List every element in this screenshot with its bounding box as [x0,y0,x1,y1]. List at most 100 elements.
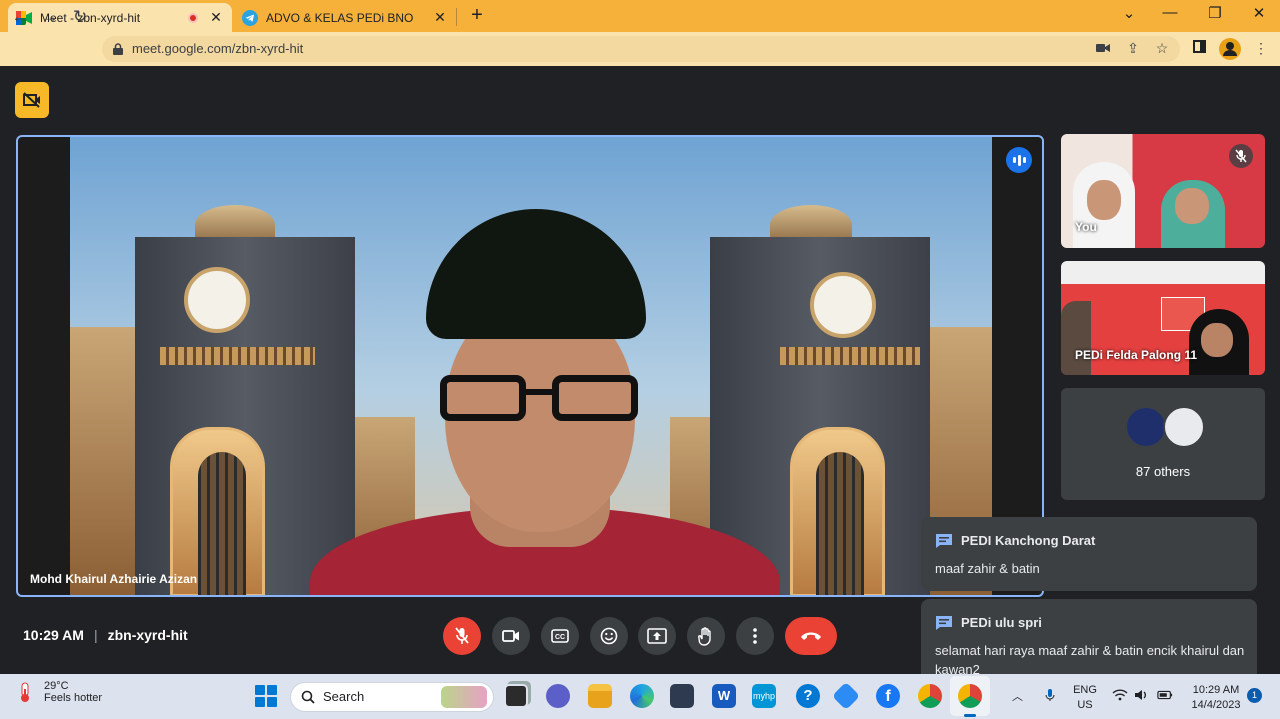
close-tab-icon[interactable]: ✕ [432,9,448,26]
search-highlight-icon [441,686,487,708]
meeting-details: 10:29 AM | zbn-xyrd-hit [23,627,188,643]
reactions-button[interactable] [590,617,628,655]
back-arrow-icon[interactable]: ← [10,7,30,27]
weather-widget[interactable]: 29°C Feels hotter [16,680,102,704]
profile-avatar-icon[interactable] [1219,38,1241,60]
chrome-icon[interactable] [918,684,942,708]
participant-tile-you[interactable]: You [1061,134,1265,248]
leave-call-icon [801,632,821,640]
keyboard-region: US [1077,699,1093,711]
participant-tile-palong[interactable]: PEDi Felda Palong 11 [1061,261,1265,375]
recording-icon [188,12,198,23]
microphone-icon[interactable] [1042,688,1058,702]
present-icon [647,628,667,644]
separator: | [93,627,98,643]
get-help-icon[interactable]: ? [796,684,820,708]
file-explorer-icon[interactable] [588,684,612,708]
others-avatars [1125,406,1205,448]
close-tab-icon[interactable]: ✕ [208,9,224,26]
url-text: meet.google.com/zbn-xyrd-hit [132,41,304,56]
new-tab-button[interactable]: + [466,4,488,27]
mic-off-button[interactable] [443,617,481,655]
share-icon[interactable]: ⇪ [1124,40,1142,57]
battery-icon[interactable] [1157,688,1173,702]
tab-title: ADVO & KELAS PEDi BNO [266,10,414,25]
restore-button[interactable]: ❐ [1200,4,1230,22]
leave-call-button[interactable] [785,617,837,655]
wifi-icon[interactable] [1112,688,1128,702]
myhp-icon[interactable]: myhp [752,684,776,708]
mic-off-icon [455,627,469,644]
tab-divider [456,8,457,26]
clock-face [810,272,876,338]
forward-arrow-icon[interactable]: → [40,7,60,27]
thermometer-icon [21,682,29,702]
microsoft-store-icon[interactable] [670,684,694,708]
raise-hand-button[interactable] [687,617,725,655]
word-icon[interactable]: W [712,684,736,708]
taskbar-search[interactable]: Search [290,682,494,712]
arched-window [816,452,864,595]
person-cap [426,209,646,339]
notification-badge[interactable]: 1 [1247,688,1262,703]
emoji-icon [600,627,618,645]
camera-in-use-icon[interactable] [1094,40,1112,56]
input-language[interactable]: ENG US [1072,683,1098,713]
chat-notification[interactable]: PEDi ulu spri selamat hari raya maaf zah… [921,599,1257,679]
task-view-icon[interactable] [504,684,528,708]
clock-date: 14/4/2023 [1191,699,1241,711]
present-screen-button[interactable] [638,617,676,655]
reload-icon[interactable]: ↻ [70,7,90,27]
chat-notification[interactable]: PEDI Kanchong Darat maaf zahir & batin [921,517,1257,591]
meeting-time: 10:29 AM [23,627,84,643]
chat-icon [936,616,952,630]
more-options-button[interactable] [736,617,774,655]
minimize-button[interactable]: — [1155,4,1185,21]
search-icon [301,690,315,704]
participant-name: PEDi Felda Palong 11 [1075,348,1198,362]
clock-time: 10:29 AM [1192,684,1240,696]
facebook-icon[interactable]: f [876,684,900,708]
active-indicator [964,714,976,717]
side-panel-icon[interactable] [1190,40,1208,56]
participant-figure [1061,301,1091,375]
svg-text:CC: CC [555,634,565,641]
bookmark-star-icon[interactable]: ☆ [1153,40,1171,57]
chat-sender: PEDi ulu spri [961,615,1042,630]
speaking-indicator-icon [1006,147,1032,173]
windows-start-icon[interactable] [255,685,277,707]
camera-button[interactable] [492,617,530,655]
address-bar[interactable]: meet.google.com/zbn-xyrd-hit [102,36,1180,62]
captions-icon: CC [551,629,569,643]
tab-telegram[interactable]: ADVO & KELAS PEDi BNO ✕ [234,3,456,32]
show-hidden-icons-chevron-icon[interactable]: ︿ [1012,688,1023,704]
lock-icon [113,43,123,55]
close-window-button[interactable]: ✕ [1244,4,1274,22]
participant-face [1201,323,1233,357]
ornament-band [780,347,920,365]
weather-description: Feels hotter [44,692,103,704]
search-label: Search [323,689,365,704]
browser-menu-icon[interactable]: ⋮ [1252,40,1270,57]
chat-icon [936,534,952,548]
chrome-profile-icon[interactable] [958,684,982,708]
meeting-code[interactable]: zbn-xyrd-hit [108,627,188,643]
teams-chat-icon[interactable] [546,684,570,708]
arched-window [198,452,246,595]
more-icon [753,628,757,644]
participant-name: You [1075,220,1097,234]
main-speaker-name: Mohd Khairul Azhairie Azizan [30,572,198,586]
edge-browser-icon[interactable] [630,684,654,708]
participant-face [1175,188,1209,224]
recording-status-icon[interactable] [15,82,49,118]
ornament-band [160,347,315,365]
volume-icon[interactable] [1134,688,1150,702]
main-speaker-tile[interactable]: Mohd Khairul Azhairie Azizan [16,135,1044,597]
telegram-icon [242,9,258,26]
system-clock[interactable]: 10:29 AM 14/4/2023 [1188,683,1244,713]
others-tile[interactable]: 87 others [1061,388,1265,500]
tab-title: Meet - zbn-xyrd-hit [40,10,141,25]
raise-hand-icon [698,626,711,646]
tab-search-chevron-icon[interactable]: ⌄ [1114,4,1144,22]
captions-button[interactable]: CC [541,617,579,655]
